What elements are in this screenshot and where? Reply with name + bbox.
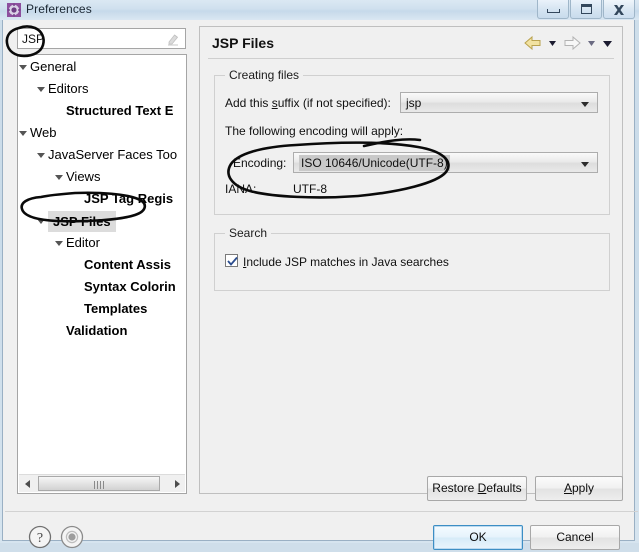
tree-twisty-icon[interactable]	[19, 131, 27, 136]
tree-item-syntax-colorin[interactable]: Syntax Colorin	[18, 276, 186, 298]
maximize-button[interactable]	[570, 0, 602, 19]
page-title: JSP Files	[212, 35, 275, 51]
tree-horizontal-scrollbar[interactable]	[19, 474, 185, 492]
close-button[interactable]	[603, 0, 635, 19]
suffix-combo[interactable]: jsp	[400, 92, 598, 113]
tree-item-label: JSP Tag Regis	[84, 191, 174, 206]
tree-item-label: Editor	[66, 235, 100, 250]
preferences-gear-icon	[7, 3, 21, 17]
encoding-combo-value: ISO 10646/Unicode(UTF-8)	[299, 155, 450, 171]
tree-item-label: JavaServer Faces Too	[48, 147, 178, 162]
tree-item-general[interactable]: General	[18, 56, 186, 78]
tree-item-web[interactable]: Web	[18, 122, 186, 144]
tree-twisty-icon[interactable]	[37, 219, 45, 224]
scroll-right-icon[interactable]	[168, 475, 185, 492]
chevron-down-icon	[581, 162, 589, 167]
window-controls	[536, 0, 635, 20]
tree-twisty-icon[interactable]	[37, 153, 45, 158]
apply-label-post: pply	[572, 481, 595, 495]
pane-divider	[208, 58, 614, 59]
pane-header: JSP Files	[200, 27, 622, 59]
maximize-icon	[581, 4, 592, 14]
tree-item-editors[interactable]: Editors	[18, 78, 186, 100]
tree-item-editor[interactable]: Editor	[18, 232, 186, 254]
tree-item-label: General	[30, 59, 77, 74]
tree-item-validation[interactable]: Validation	[18, 320, 186, 342]
tree-item-structured-text-e[interactable]: Structured Text E	[18, 100, 186, 122]
dialog-client-area: JSP General Editors Structured Text E Web Ja…	[2, 20, 638, 550]
apply-mnemonic: A	[563, 481, 572, 495]
search-group: Search Include JSP matches in Java searc…	[214, 226, 610, 291]
tree-item-label: Templates	[84, 301, 148, 316]
suffix-label-post: uffix (if not specified):	[277, 96, 391, 110]
ok-button[interactable]: OK	[433, 525, 523, 550]
encoding-note: The following encoding will apply:	[225, 124, 404, 138]
tree-item-templates[interactable]: Templates	[18, 298, 186, 320]
tree-twisty-icon[interactable]	[19, 65, 27, 70]
scrollbar-thumb[interactable]	[38, 476, 160, 491]
tree-item-label: Syntax Colorin	[84, 279, 176, 294]
include-jsp-matches-label[interactable]: Include JSP matches in Java searches	[243, 255, 449, 269]
filter-input[interactable]: JSP	[17, 28, 186, 49]
tree-item-label: Web	[30, 125, 57, 140]
creating-files-group-title: Creating files	[225, 68, 304, 82]
restore-defaults-button[interactable]: Restore Defaults	[427, 476, 527, 501]
command-shell-icon[interactable]	[60, 525, 84, 549]
dialog-button-divider	[5, 511, 638, 512]
scroll-left-icon[interactable]	[19, 475, 36, 492]
cancel-button[interactable]: Cancel	[530, 525, 620, 550]
tree-item-views[interactable]: Views	[18, 166, 186, 188]
back-arrow-icon[interactable]	[523, 33, 543, 53]
close-icon	[613, 4, 625, 15]
svg-text:?: ?	[37, 531, 43, 546]
tree-item-label: Content Assis	[84, 257, 171, 272]
tree-twisty-icon[interactable]	[55, 241, 63, 246]
tree-item-jsp-files[interactable]: JSP Files	[18, 210, 186, 232]
preference-page-pane: JSP Files Creating files Add this suffix…	[199, 26, 623, 494]
tree-item-javaserver-faces-too[interactable]: JavaServer Faces Too	[18, 144, 186, 166]
tree-item-label: Views	[66, 169, 101, 184]
screen: Preferences JSP General Editors Structur…	[0, 0, 639, 550]
search-group-title: Search	[225, 226, 272, 240]
tree-twisty-icon[interactable]	[37, 87, 45, 92]
tree-item-label: Editors	[48, 81, 89, 96]
restore-defaults-label-pre: Restore	[432, 481, 478, 495]
suffix-label: Add this suffix (if not specified):	[225, 96, 391, 110]
tree-item-label: Structured Text E	[66, 103, 174, 118]
pane-nav-icons	[523, 32, 614, 54]
chevron-down-icon	[581, 102, 589, 107]
tree-item-label: JSP Files	[48, 211, 116, 232]
restore-defaults-label-post: efaults	[486, 481, 522, 495]
include-jsp-matches-checkbox[interactable]	[225, 254, 238, 267]
apply-button[interactable]: Apply	[535, 476, 623, 501]
iana-label: IANA:	[225, 182, 257, 196]
window-title: Preferences	[26, 2, 92, 16]
checkmark-icon	[227, 256, 238, 266]
encoding-label: Encoding:	[233, 156, 287, 170]
preferences-tree[interactable]: General Editors Structured Text E Web JavaSe…	[17, 54, 187, 494]
encoding-combo[interactable]: ISO 10646/Unicode(UTF-8)	[293, 152, 598, 173]
tree-item-label: Validation	[66, 323, 128, 338]
suffix-label-pre: Add this	[225, 96, 272, 110]
suffix-combo-value: jsp	[406, 96, 422, 110]
preferences-window: Preferences JSP General Editors Structur…	[0, 0, 639, 550]
filter-input-value: JSP	[22, 32, 45, 46]
iana-value: UTF-8	[293, 182, 327, 196]
clear-filter-icon[interactable]	[166, 32, 180, 46]
tree-item-content-assis[interactable]: Content Assis	[18, 254, 186, 276]
forward-arrow-icon[interactable]	[562, 33, 582, 53]
minimize-icon	[547, 9, 560, 13]
scrollbar-grip-icon	[94, 481, 105, 489]
back-dropdown-icon[interactable]	[546, 33, 559, 53]
creating-files-group: Creating files Add this suffix (if not s…	[214, 68, 610, 215]
minimize-button[interactable]	[537, 0, 569, 19]
help-question-icon[interactable]: ?	[28, 525, 52, 549]
forward-dropdown-icon[interactable]	[585, 33, 598, 53]
tree-twisty-icon[interactable]	[55, 175, 63, 180]
tree-rows: General Editors Structured Text E Web JavaSe…	[18, 56, 186, 342]
view-menu-icon[interactable]	[601, 33, 614, 53]
tree-item-jsp-tag-regis[interactable]: JSP Tag Regis	[18, 188, 186, 210]
window-titlebar: Preferences	[0, 0, 639, 20]
checkbox-label-post: nclude JSP matches in Java searches	[246, 255, 449, 269]
